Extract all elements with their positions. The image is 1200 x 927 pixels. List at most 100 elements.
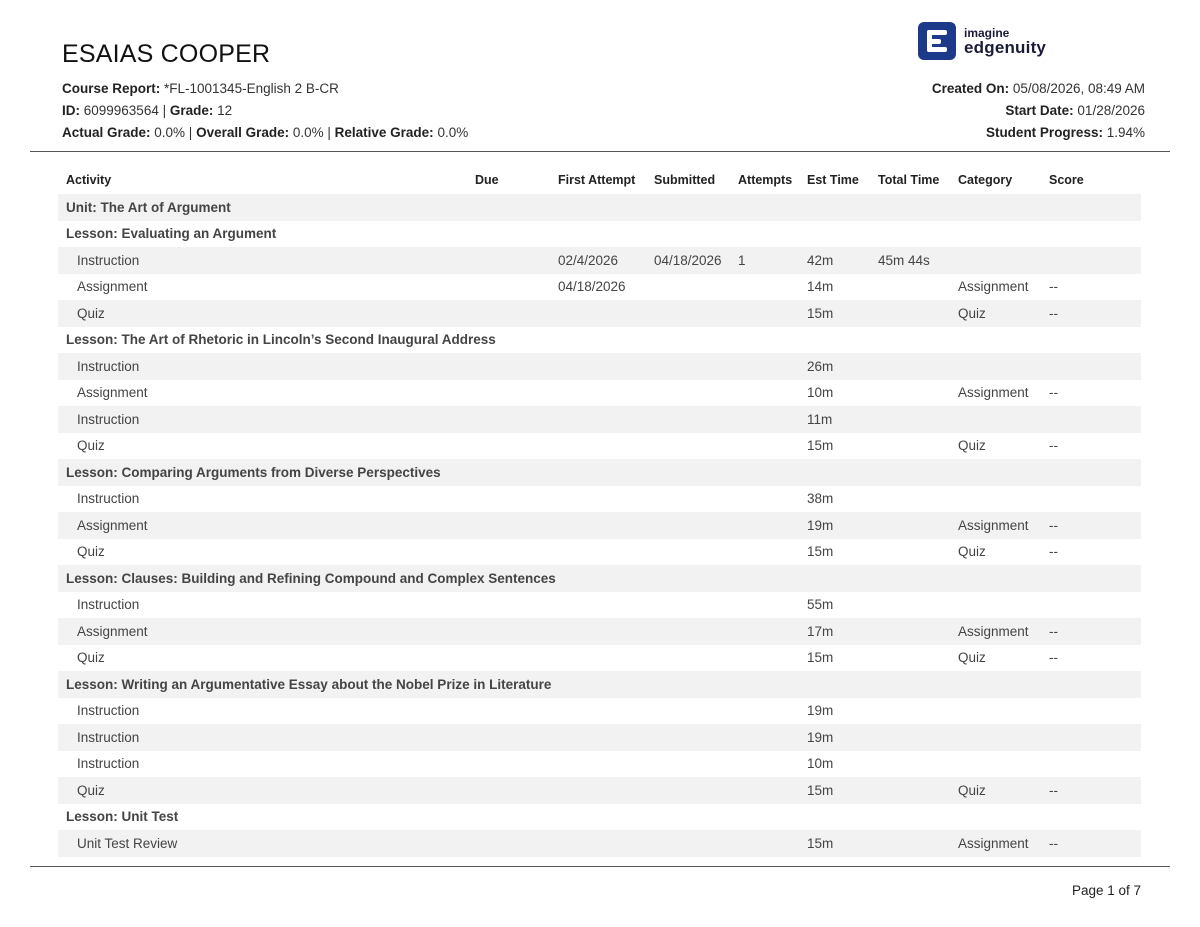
- cell-total-time: [870, 300, 950, 327]
- unit-header-row: Unit: The Art of Argument: [58, 194, 1141, 221]
- cell-due: [467, 618, 550, 645]
- cell-score: --: [1041, 777, 1141, 804]
- cell-activity: Quiz: [58, 300, 467, 327]
- cell-submitted: [646, 406, 730, 433]
- cell-score: [1041, 406, 1141, 433]
- relative-grade-label: Relative Grade:: [334, 125, 434, 140]
- cell-total-time: [870, 592, 950, 619]
- cell-total-time: [870, 380, 950, 407]
- table-row: Instruction 19m: [58, 698, 1141, 725]
- cell-score: [1041, 724, 1141, 751]
- cell-category: [950, 406, 1041, 433]
- cell-score: --: [1049, 279, 1058, 295]
- cell-due: [467, 777, 550, 804]
- lesson-header-row: Lesson: Comparing Arguments from Diverse…: [58, 459, 1141, 486]
- cell-activity: Assignment: [58, 618, 467, 645]
- cell-due: [467, 380, 550, 407]
- course-info: Course Report: *FL-1001345-English 2 B-C…: [62, 78, 468, 144]
- cell-attempts: [730, 777, 799, 804]
- lesson-header-row: Lesson: Evaluating an Argument: [58, 221, 1141, 248]
- cell-submitted: [646, 751, 730, 778]
- cell-score: --: [1041, 618, 1141, 645]
- column-header-est-time: Est Time: [807, 173, 859, 187]
- table-row: Unit Test Review 15m Assignment --: [58, 830, 1141, 857]
- table-row: Instruction 26m: [58, 353, 1141, 380]
- cell-total-time: [870, 645, 950, 672]
- cell-category: [950, 486, 1041, 513]
- cell-est-time: 19m: [799, 724, 870, 751]
- cell-first-attempt: [550, 830, 646, 857]
- cell-activity: Instruction: [77, 703, 140, 719]
- cell-score: --: [1049, 650, 1058, 666]
- cell-category: Assignment: [958, 385, 1029, 401]
- cell-due: [467, 645, 550, 672]
- relative-grade-value: 0.0%: [433, 125, 469, 140]
- cell-attempts: [730, 274, 799, 301]
- cell-score: [1041, 353, 1141, 380]
- cell-total-time: [870, 406, 950, 433]
- lesson-title: Lesson: Clauses: Building and Refining C…: [58, 565, 1141, 592]
- cell-submitted: [646, 618, 730, 645]
- table-row: Instruction 10m: [58, 751, 1141, 778]
- cell-due: [467, 592, 550, 619]
- cell-category: [950, 592, 1041, 619]
- column-header-attempts: Attempts: [738, 173, 793, 187]
- lesson-title: Lesson: Unit Test: [66, 809, 179, 825]
- cell-score: [1041, 247, 1141, 274]
- cell-score: [1041, 751, 1141, 778]
- cell-score: --: [1049, 385, 1058, 401]
- column-header-first-attempt: First Attempt: [558, 173, 636, 187]
- actual-grade-value: 0.0% |: [150, 125, 197, 140]
- cell-est-time: 15m: [807, 438, 834, 454]
- cell-attempts: 1: [730, 247, 799, 274]
- table-header-row: Activity Due First Attempt Submitted Att…: [58, 166, 1141, 194]
- lesson-title: Lesson: Comparing Arguments from Diverse…: [58, 459, 1141, 486]
- progress-value: 1.94%: [1102, 125, 1145, 140]
- cell-submitted: 04/18/2026: [646, 247, 730, 274]
- cell-submitted: [646, 380, 730, 407]
- start-date-label: Start Date:: [1005, 103, 1074, 118]
- cell-activity: Assignment: [77, 279, 148, 295]
- cell-category: Assignment: [958, 279, 1029, 295]
- cell-est-time: 15m: [799, 777, 870, 804]
- cell-attempts: [730, 592, 799, 619]
- cell-est-time: 26m: [799, 353, 870, 380]
- cell-activity: Assignment: [58, 512, 467, 539]
- table-row: Quiz 15m Quiz --: [58, 300, 1141, 327]
- column-header-score: Score: [1049, 173, 1084, 187]
- cell-category: [950, 751, 1041, 778]
- lesson-header-row: Lesson: The Art of Rhetoric in Lincoln’s…: [58, 327, 1141, 354]
- cell-first-attempt: [550, 618, 646, 645]
- cell-attempts: [730, 406, 799, 433]
- cell-activity: Instruction: [58, 724, 467, 751]
- cell-est-time: 38m: [807, 491, 834, 507]
- activity-table: Activity Due First Attempt Submitted Att…: [58, 166, 1141, 857]
- cell-est-time: 42m: [799, 247, 870, 274]
- cell-category: Quiz: [958, 544, 986, 560]
- cell-category: Quiz: [958, 438, 986, 454]
- cell-first-attempt: [550, 380, 646, 407]
- cell-est-time: 15m: [799, 300, 870, 327]
- cell-total-time: [870, 274, 950, 301]
- table-row: Quiz 15m Quiz --: [58, 645, 1141, 672]
- cell-score: [1041, 486, 1141, 513]
- cell-attempts: [730, 751, 799, 778]
- cell-submitted: [646, 724, 730, 751]
- cell-attempts: [730, 618, 799, 645]
- cell-score: --: [1041, 830, 1141, 857]
- cell-activity: Instruction: [58, 406, 467, 433]
- cell-first-attempt: [550, 433, 646, 460]
- cell-due: [467, 406, 550, 433]
- progress-label: Student Progress:: [985, 125, 1103, 140]
- created-label: Created On:: [931, 81, 1010, 96]
- footer-divider: [30, 866, 1170, 867]
- actual-grade-label: Actual Grade:: [62, 125, 151, 140]
- student-name: ESAIAS COOPER: [62, 40, 271, 68]
- cell-score: [1041, 592, 1141, 619]
- cell-due: [467, 433, 550, 460]
- cell-submitted: [646, 274, 730, 301]
- cell-score: --: [1049, 544, 1058, 560]
- cell-first-attempt: [550, 592, 646, 619]
- cell-est-time: 19m: [807, 703, 834, 719]
- cell-attempts: [730, 698, 799, 725]
